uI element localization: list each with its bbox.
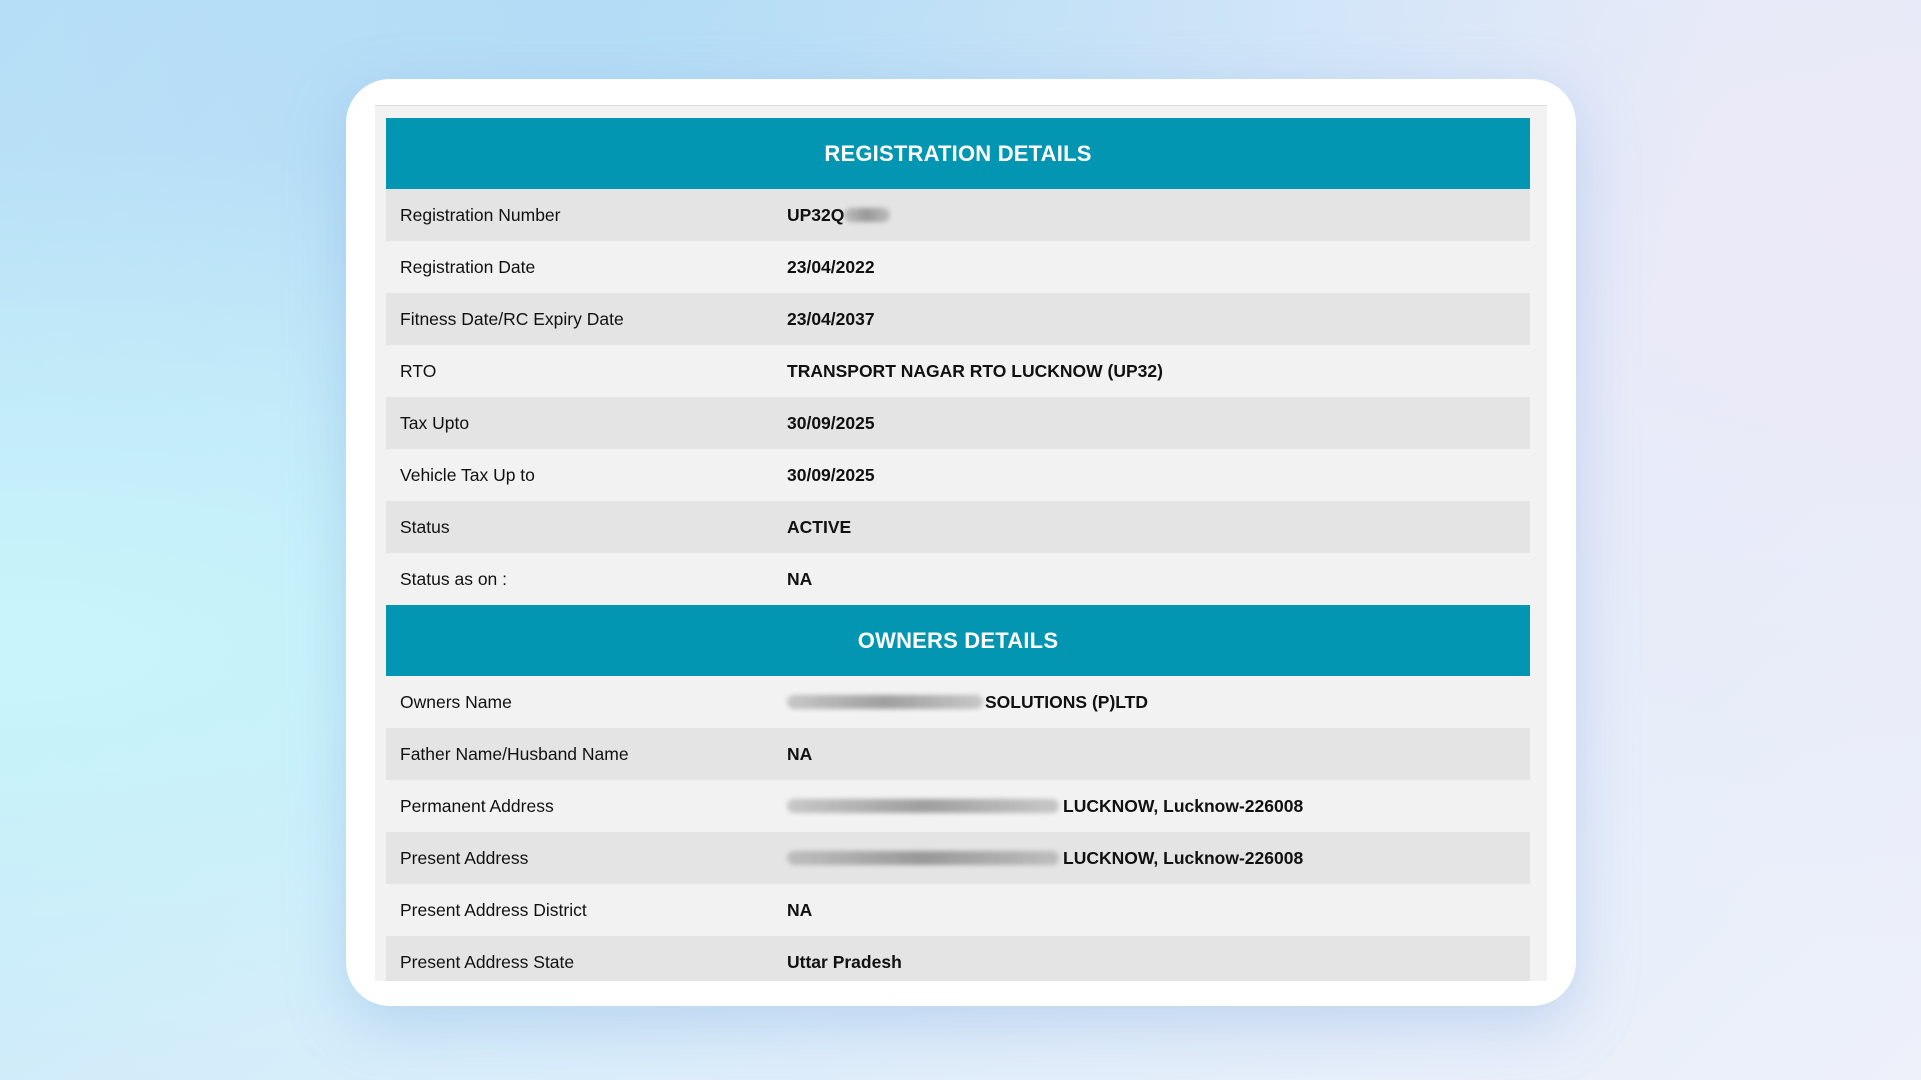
owners-details-title: OWNERS DETAILS <box>857 627 1059 653</box>
row-label: Permanent Address <box>400 795 554 816</box>
row-value: 23/04/2022 <box>787 256 875 277</box>
table-row-status: Status ACTIVE <box>386 501 1530 553</box>
table-row-present-address: Present Address LUCKNOW, Lucknow-226008 <box>386 832 1530 884</box>
present-address-value: LUCKNOW, Lucknow-226008 <box>1063 847 1304 868</box>
scroll-viewport[interactable]: REGISTRATION DETAILS Registration Number… <box>375 105 1547 981</box>
details-card: REGISTRATION DETAILS Registration Number… <box>346 79 1576 1006</box>
registration-details-title: REGISTRATION DETAILS <box>824 140 1092 166</box>
row-value: NA <box>787 899 813 920</box>
table-row-permanent-address: Permanent Address LUCKNOW, Lucknow-22600… <box>386 780 1530 832</box>
owners-details-header: OWNERS DETAILS <box>386 605 1530 676</box>
row-label: Tax Upto <box>400 412 470 433</box>
table-row-present-state: Present Address State Uttar Pradesh <box>386 936 1530 981</box>
row-label: Registration Date <box>400 256 536 277</box>
table-row-tax-upto: Tax Upto 30/09/2025 <box>386 397 1530 449</box>
owners-name-value: SOLUTIONS (P)LTD <box>985 691 1148 712</box>
row-label: Status <box>400 516 450 537</box>
row-value: SOLUTIONS (P)LTD <box>787 692 1148 713</box>
permanent-address-value: LUCKNOW, Lucknow-226008 <box>1063 795 1304 816</box>
redacted-blur <box>787 851 1059 865</box>
row-label: Fitness Date/RC Expiry Date <box>400 308 624 329</box>
table-row-vehicle-tax: Vehicle Tax Up to 30/09/2025 <box>386 449 1530 501</box>
row-value: TRANSPORT NAGAR RTO LUCKNOW (UP32) <box>787 360 1163 381</box>
row-value: UP32Q <box>787 204 891 226</box>
row-value: 23/04/2037 <box>787 308 875 329</box>
row-label: Present Address <box>400 847 529 868</box>
row-value: LUCKNOW, Lucknow-226008 <box>787 848 1303 869</box>
row-label: RTO <box>400 360 437 381</box>
table-row-present-district: Present Address District NA <box>386 884 1530 936</box>
row-value: Uttar Pradesh <box>787 951 902 972</box>
row-label: Vehicle Tax Up to <box>400 464 535 485</box>
registration-number-value: UP32Q <box>787 204 845 225</box>
redacted-blur <box>787 799 1059 813</box>
row-value: 30/09/2025 <box>787 412 875 433</box>
row-value: NA <box>787 743 813 764</box>
table-row-status-as-on: Status as on : NA <box>386 553 1530 605</box>
vehicle-details-table: REGISTRATION DETAILS Registration Number… <box>386 118 1530 981</box>
row-label: Status as on : <box>400 568 508 589</box>
table-row-father-name: Father Name/Husband Name NA <box>386 728 1530 780</box>
row-label: Registration Number <box>400 204 561 225</box>
table-row-registration-number: Registration Number UP32Q <box>386 189 1530 241</box>
redacted-blur <box>787 695 983 709</box>
table-row-registration-date: Registration Date 23/04/2022 <box>386 241 1530 293</box>
row-label: Present Address State <box>400 951 575 972</box>
redacted-blur <box>844 208 891 222</box>
row-value: 30/09/2025 <box>787 464 875 485</box>
row-label: Owners Name <box>400 691 512 712</box>
table-row-fitness-date: Fitness Date/RC Expiry Date 23/04/2037 <box>386 293 1530 345</box>
table-row-owners-name: Owners Name SOLUTIONS (P)LTD <box>386 676 1530 728</box>
row-label: Present Address District <box>400 899 587 920</box>
row-value: LUCKNOW, Lucknow-226008 <box>787 796 1303 817</box>
row-value: ACTIVE <box>787 516 852 537</box>
row-label: Father Name/Husband Name <box>400 743 629 764</box>
registration-details-header: REGISTRATION DETAILS <box>386 118 1530 189</box>
row-value: NA <box>787 568 813 589</box>
table-row-rto: RTO TRANSPORT NAGAR RTO LUCKNOW (UP32) <box>386 345 1530 397</box>
